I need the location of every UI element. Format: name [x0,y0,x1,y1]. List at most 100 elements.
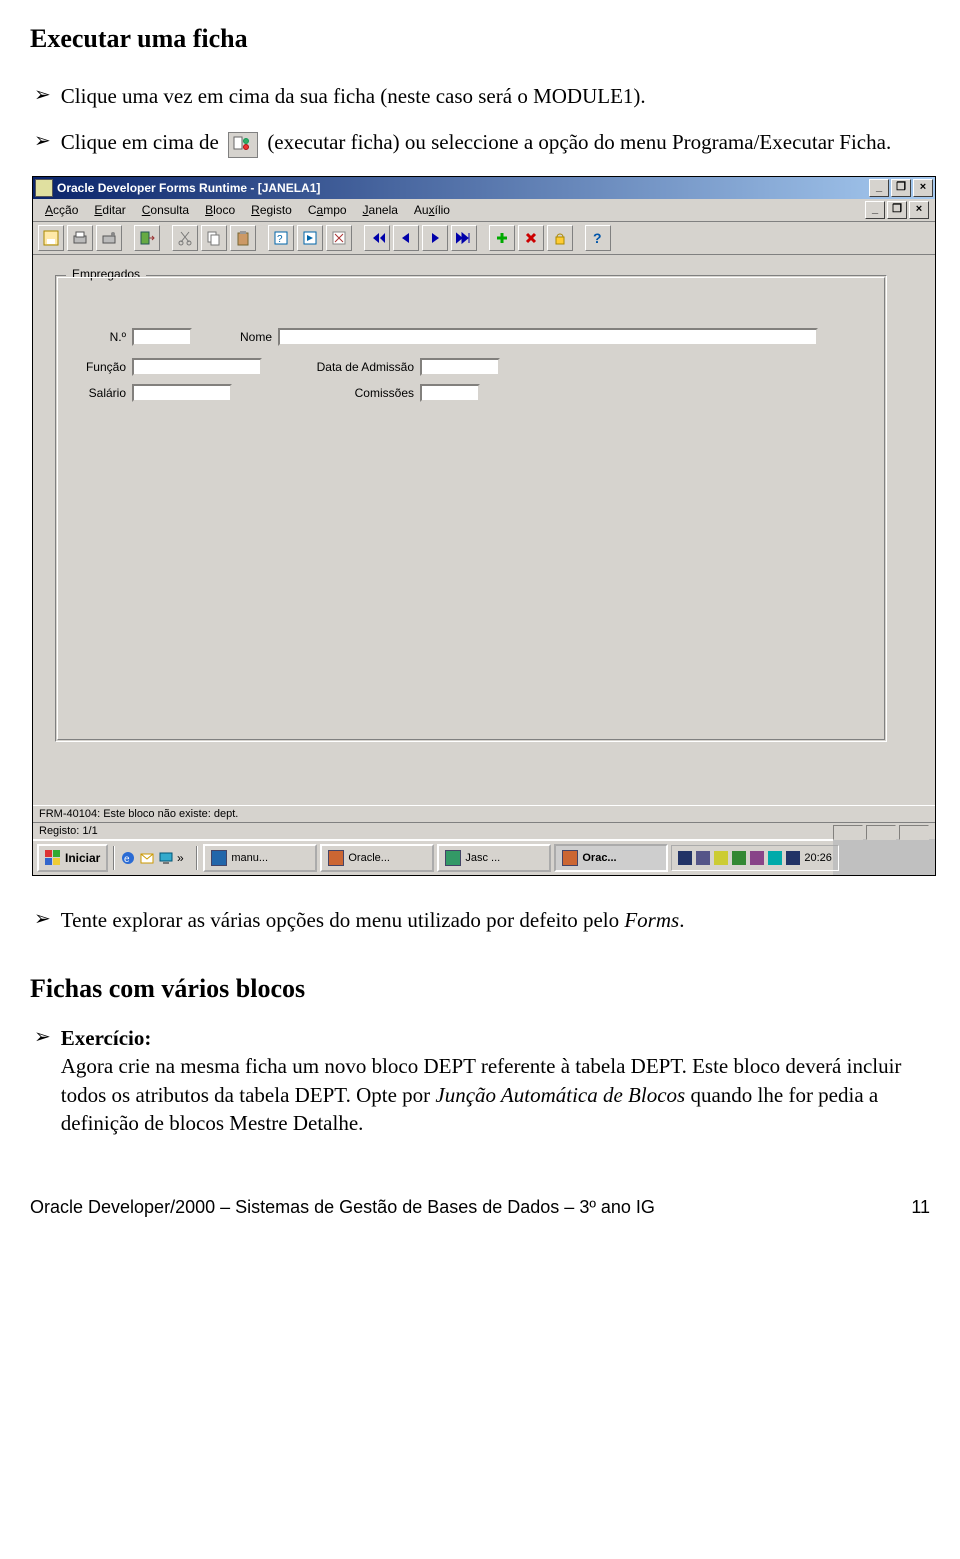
print-setup-icon[interactable] [96,225,122,251]
bullet-exercise: ➢ Exercício: Agora crie na mesma ficha u… [30,1024,930,1137]
svg-text:»: » [177,851,184,865]
task-item[interactable]: manu... [203,844,317,872]
child-window: Empregados N.º Nome Função Data de Admis… [33,255,935,805]
bullet-2-post: (executar ficha) ou seleccione a opção d… [267,130,891,154]
tray-icon[interactable] [714,851,728,865]
cancel-query-icon[interactable] [326,225,352,251]
task-item[interactable]: Oracle... [320,844,434,872]
quicklaunch-desktop-icon[interactable] [158,847,174,869]
status-slot [899,825,929,840]
app-icon [35,179,53,197]
exit-icon[interactable] [134,225,160,251]
cut-icon[interactable] [172,225,198,251]
bullet-1-text: Clique uma vez em cima da sua ficha (nes… [61,82,646,110]
menu-bloco[interactable]: Bloco [199,201,241,219]
windows-flag-icon [45,850,61,866]
page-footer: Oracle Developer/2000 – Sistemas de Gest… [30,1197,930,1218]
menu-auxilio[interactable]: Auxílio [408,201,456,219]
field-numero[interactable] [132,328,192,346]
titlebar: Oracle Developer Forms Runtime - [JANELA… [33,177,935,199]
field-data-admissao[interactable] [420,358,500,376]
tray-icon[interactable] [786,851,800,865]
exercise-text: Exercício: Agora crie na mesma ficha um … [61,1024,930,1137]
exercise-label: Exercício: [61,1026,152,1050]
heading-fichas-blocos: Fichas com vários blocos [30,974,930,1004]
mdi-close-button[interactable]: × [909,201,929,219]
bullet-2-text: Clique em cima de (executar ficha) ou se… [61,128,891,157]
field-nome[interactable] [278,328,818,346]
bullet-2: ➢ Clique em cima de (executar ficha) ou … [30,128,930,157]
save-icon[interactable] [38,225,64,251]
paste-icon[interactable] [230,225,256,251]
first-record-icon[interactable] [364,225,390,251]
close-button[interactable]: × [913,179,933,197]
svg-text:?: ? [277,234,283,245]
system-tray: 20:26 [671,845,839,871]
start-label: Iniciar [65,851,100,865]
label-data-admissao: Data de Admissão [274,360,414,374]
tray-icon[interactable] [768,851,782,865]
tray-icon[interactable] [732,851,746,865]
label-comissoes: Comissões [244,386,414,400]
field-funcao[interactable] [132,358,262,376]
insert-record-icon[interactable] [489,225,515,251]
label-numero: N.º [86,330,126,344]
label-funcao: Função [60,360,126,374]
mdi-client-area: Empregados N.º Nome Função Data de Admis… [33,255,935,805]
field-salario[interactable] [132,384,232,402]
remove-record-icon[interactable] [518,225,544,251]
quicklaunch-more-icon[interactable]: » [177,847,191,869]
copy-icon[interactable] [201,225,227,251]
execute-ficha-icon [228,132,258,158]
last-record-icon[interactable] [451,225,477,251]
label-nome: Nome [212,330,272,344]
tray-icon[interactable] [750,851,764,865]
footer-left: Oracle Developer/2000 – Sistemas de Gest… [30,1197,655,1218]
tray-icon[interactable] [696,851,710,865]
mdi-minimize-button[interactable]: _ [865,201,885,219]
start-button[interactable]: Iniciar [37,844,108,872]
toolbar: ? ? [33,222,935,255]
status-message: FRM-40104: Este bloco não existe: dept. [33,806,935,822]
print-icon[interactable] [67,225,93,251]
menu-campo[interactable]: Campo [302,201,353,219]
enter-query-icon[interactable]: ? [268,225,294,251]
tray-icon[interactable] [678,851,692,865]
prev-record-icon[interactable] [393,225,419,251]
quicklaunch-outlook-icon[interactable] [139,847,155,869]
field-comissoes[interactable] [420,384,480,402]
bullet-arrow-icon: ➢ [34,128,51,154]
maximize-button[interactable]: ❐ [891,179,911,197]
svg-text:e: e [124,854,130,865]
heading-executar: Executar uma ficha [30,24,930,54]
empregados-groupbox: Empregados N.º Nome Função Data de Admis… [55,275,887,742]
help-icon[interactable]: ? [585,225,611,251]
mdi-maximize-button[interactable]: ❐ [887,201,907,219]
menu-registo[interactable]: Registo [245,201,298,219]
status-slot [833,825,863,840]
bullet-arrow-icon: ➢ [34,906,51,932]
task-item[interactable]: Jasc ... [437,844,551,872]
execute-query-icon[interactable] [297,225,323,251]
groupbox-title: Empregados [66,267,146,281]
menu-janela[interactable]: Janela [357,201,404,219]
minimize-button[interactable]: _ [869,179,889,197]
menu-accao[interactable]: Acção [39,201,84,219]
footer-page-number: 11 [911,1197,930,1218]
label-salario: Salário [60,386,126,400]
menu-consulta[interactable]: Consulta [136,201,195,219]
window-title: Oracle Developer Forms Runtime - [JANELA… [57,181,869,195]
status-bar: FRM-40104: Este bloco não existe: dept. … [33,805,935,839]
lock-record-icon[interactable] [547,225,573,251]
menu-editar[interactable]: Editar [88,201,131,219]
next-record-icon[interactable] [422,225,448,251]
tray-clock: 20:26 [804,852,832,864]
status-slot [866,825,896,840]
bullet-1: ➢ Clique uma vez em cima da sua ficha (n… [30,82,930,110]
oracle-forms-window: Oracle Developer Forms Runtime - [JANELA… [32,176,936,876]
bullet-arrow-icon: ➢ [34,82,51,108]
quicklaunch-ie-icon[interactable]: e [120,847,136,869]
task-item-active[interactable]: Orac... [554,844,668,872]
bullet-2-pre: Clique em cima de [61,130,224,154]
menubar: Acção Editar Consulta Bloco Registo Camp… [33,199,935,222]
